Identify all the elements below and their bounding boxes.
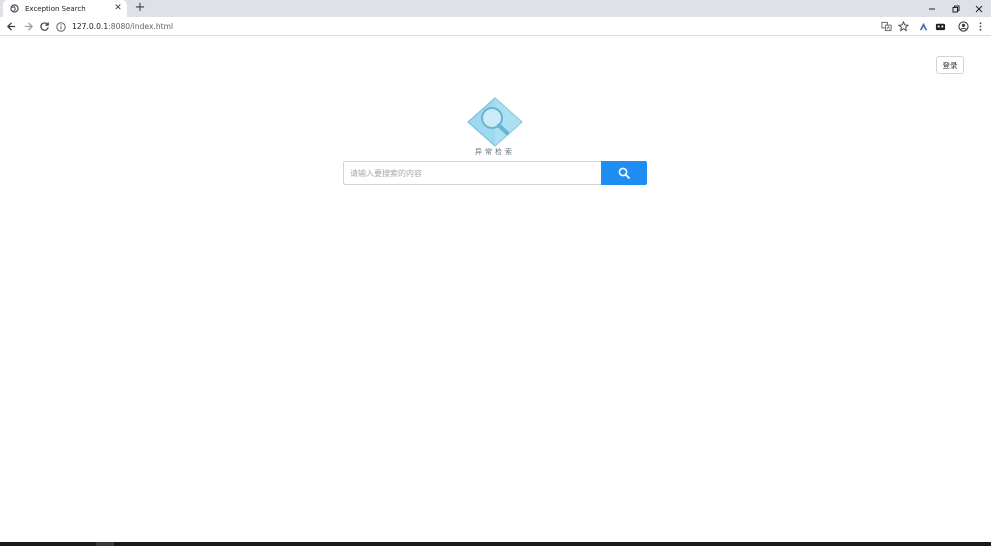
browser-tab[interactable]: Exception Search ✕ bbox=[3, 0, 127, 17]
tab-title: Exception Search bbox=[25, 4, 86, 13]
forward-arrow-icon[interactable] bbox=[21, 19, 35, 33]
extension-icon[interactable] bbox=[934, 20, 946, 32]
translate-icon[interactable] bbox=[880, 20, 892, 32]
search-button[interactable] bbox=[601, 161, 647, 185]
search-input[interactable] bbox=[343, 161, 602, 185]
login-button[interactable]: 登录 bbox=[936, 56, 964, 74]
taskbar-item[interactable] bbox=[96, 542, 114, 546]
star-icon[interactable] bbox=[897, 20, 909, 32]
site-info-icon[interactable] bbox=[56, 21, 66, 32]
url-text: 127.0.0.1:8080/index.html bbox=[72, 22, 173, 31]
logo-caption: 异常检索 bbox=[475, 148, 515, 156]
address-bar[interactable]: 127.0.0.1:8080/index.html bbox=[56, 18, 871, 35]
tab-strip: Exception Search ✕ + bbox=[0, 0, 991, 17]
back-arrow-icon[interactable] bbox=[4, 19, 18, 33]
browser-toolbar: 127.0.0.1:8080/index.html bbox=[0, 17, 991, 36]
reload-icon[interactable] bbox=[37, 19, 51, 33]
url-host: 127.0.0.1 bbox=[72, 22, 109, 31]
os-taskbar bbox=[0, 542, 991, 546]
tab-close-icon[interactable]: ✕ bbox=[113, 3, 123, 13]
restore-icon[interactable] bbox=[944, 0, 968, 17]
menu-icon[interactable] bbox=[974, 20, 986, 32]
minimize-icon[interactable] bbox=[920, 0, 944, 17]
new-tab-button[interactable]: + bbox=[133, 1, 147, 15]
search-icon bbox=[618, 164, 630, 183]
profile-icon[interactable] bbox=[957, 20, 969, 32]
url-path: :8080/index.html bbox=[108, 22, 174, 31]
extension-icon[interactable] bbox=[917, 20, 929, 32]
window-close-icon[interactable] bbox=[967, 0, 991, 17]
globe-icon bbox=[10, 4, 19, 13]
